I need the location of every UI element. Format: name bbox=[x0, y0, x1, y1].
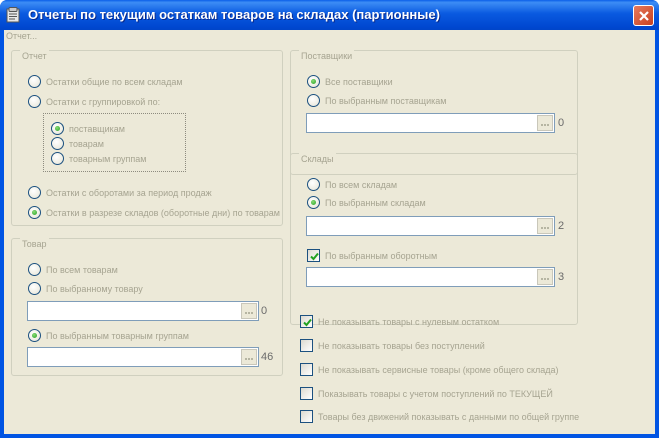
radio-report-by-warehouse[interactable]: Остатки в разрезе складов (оборотные дни… bbox=[28, 206, 280, 219]
radio-indicator bbox=[28, 95, 41, 108]
warehouse-group-title: Склады bbox=[299, 153, 336, 165]
radio-label: Остатки общие по всем складам bbox=[46, 76, 183, 87]
checkbox-label: Не показывать товары без поступлений bbox=[318, 340, 485, 351]
radio-label: Все поставщики bbox=[325, 76, 393, 87]
radio-supplier-selected[interactable]: По выбранным поставщикам bbox=[307, 94, 446, 107]
radio-indicator bbox=[28, 206, 41, 219]
checkbox-label: Показывать товары с учетом поступлений п… bbox=[318, 388, 553, 399]
check-hide-zero-stock[interactable]: Не показывать товары с нулевым остатком bbox=[300, 315, 499, 328]
goods-selected-count: 0 bbox=[261, 305, 268, 317]
goods-group: Товар По всем товарам По выбранному това… bbox=[11, 238, 283, 376]
checkbox-indicator bbox=[300, 315, 313, 328]
radio-indicator bbox=[307, 94, 320, 107]
checkmark-icon bbox=[310, 252, 319, 261]
ellipsis-icon bbox=[541, 278, 549, 280]
ellipsis-button[interactable] bbox=[241, 349, 257, 365]
checkbox-indicator bbox=[300, 387, 313, 400]
radio-indicator bbox=[307, 178, 320, 191]
turnover-warehouse-count: 3 bbox=[558, 271, 565, 283]
radio-label: По выбранным товарным группам bbox=[46, 330, 189, 341]
radio-goods-selected[interactable]: По выбранному товару bbox=[28, 282, 143, 295]
radio-supplier-all[interactable]: Все поставщики bbox=[307, 75, 393, 88]
checkbox-label: Не показывать сервисные товары (кроме об… bbox=[318, 364, 559, 375]
check-hide-no-receipts[interactable]: Не показывать товары без поступлений bbox=[300, 339, 485, 352]
checkbox-label: Товары без движений показывать с данными… bbox=[318, 411, 580, 422]
radio-group-goods[interactable]: товарам bbox=[51, 137, 104, 150]
radio-indicator bbox=[28, 263, 41, 276]
supplier-group-title: Поставщики bbox=[299, 50, 355, 62]
radio-label: По выбранным складам bbox=[325, 197, 426, 208]
check-turnover-warehouses[interactable]: По выбранным оборотным bbox=[307, 249, 437, 262]
radio-label: товарам bbox=[69, 138, 104, 149]
radio-indicator bbox=[307, 75, 320, 88]
radio-report-turnover[interactable]: Остатки с оборотами за период продаж bbox=[28, 186, 212, 199]
checkbox-indicator bbox=[307, 249, 320, 262]
radio-indicator bbox=[28, 282, 41, 295]
goods-select-field[interactable] bbox=[27, 301, 259, 321]
radio-label: По всем складам bbox=[325, 179, 398, 190]
ellipsis-icon bbox=[541, 227, 549, 229]
goods-group-title: Товар bbox=[20, 238, 49, 250]
check-hide-service-goods[interactable]: Не показывать сервисные товары (кроме об… bbox=[300, 363, 559, 376]
close-icon bbox=[639, 11, 649, 21]
ellipsis-button[interactable] bbox=[241, 303, 257, 319]
report-group: Отчет Остатки общие по всем складам Оста… bbox=[11, 50, 283, 226]
turnover-warehouse-select-field[interactable] bbox=[306, 267, 555, 287]
ellipsis-icon bbox=[245, 358, 253, 360]
radio-indicator bbox=[307, 196, 320, 209]
checkbox-indicator bbox=[300, 410, 313, 423]
radio-label: Остатки с группировкой по: bbox=[46, 96, 161, 107]
ellipsis-icon bbox=[245, 312, 253, 314]
radio-label: По всем товарам bbox=[46, 264, 118, 275]
checkbox-indicator bbox=[300, 339, 313, 352]
menu-item-report[interactable]: Отчет... bbox=[4, 30, 37, 44]
checkbox-label: Не показывать товары с нулевым остатком bbox=[318, 316, 500, 327]
window-title: Отчеты по текущим остаткам товаров на ск… bbox=[28, 7, 440, 22]
radio-indicator bbox=[51, 122, 64, 135]
ellipsis-button[interactable] bbox=[537, 269, 553, 285]
close-button[interactable] bbox=[633, 5, 654, 26]
ellipsis-icon bbox=[541, 124, 549, 126]
title-bar[interactable]: Отчеты по текущим остаткам товаров на ск… bbox=[0, 0, 659, 30]
ellipsis-button[interactable] bbox=[537, 115, 553, 131]
report-group-title: Отчет bbox=[20, 50, 49, 62]
checkbox-indicator bbox=[300, 363, 313, 376]
warehouse-select-field[interactable] bbox=[306, 216, 555, 236]
radio-group-goods-groups[interactable]: товарным группам bbox=[51, 152, 146, 165]
client-area: Отчет... Отчет Остатки общие по всем скл… bbox=[4, 30, 655, 434]
radio-indicator bbox=[51, 152, 64, 165]
goods-groups-count: 46 bbox=[261, 351, 274, 363]
radio-label: По выбранным поставщикам bbox=[325, 95, 447, 106]
radio-label: По выбранному товару bbox=[46, 283, 143, 294]
goods-groups-select-field[interactable] bbox=[27, 347, 259, 367]
radio-group-suppliers[interactable]: поставщикам bbox=[51, 122, 125, 135]
grouping-subgroup: поставщикам товарам товарным группам bbox=[43, 113, 186, 172]
check-no-movement-goods[interactable]: Товары без движений показывать с данными… bbox=[300, 410, 579, 423]
warehouse-selected-count: 2 bbox=[558, 220, 565, 232]
radio-indicator bbox=[51, 137, 64, 150]
app-icon bbox=[6, 7, 22, 23]
ellipsis-button[interactable] bbox=[537, 218, 553, 234]
checkmark-icon bbox=[303, 318, 312, 327]
radio-warehouse-selected[interactable]: По выбранным складам bbox=[307, 196, 426, 209]
radio-goods-all[interactable]: По всем товарам bbox=[28, 263, 118, 276]
radio-indicator bbox=[28, 329, 41, 342]
radio-indicator bbox=[28, 75, 41, 88]
supplier-selected-count: 0 bbox=[558, 117, 565, 129]
warehouse-group: Склады По всем складам По выбранным скла… bbox=[290, 153, 578, 325]
radio-warehouse-all[interactable]: По всем складам bbox=[307, 178, 397, 191]
checkbox-label: По выбранным оборотным bbox=[325, 250, 438, 261]
radio-indicator bbox=[28, 186, 41, 199]
radio-label: товарным группам bbox=[69, 153, 147, 164]
radio-report-grouped[interactable]: Остатки с группировкой по: bbox=[28, 95, 160, 108]
radio-report-total[interactable]: Остатки общие по всем складам bbox=[28, 75, 183, 88]
supplier-select-field[interactable] bbox=[306, 113, 555, 133]
radio-label: поставщикам bbox=[69, 123, 125, 134]
report-window: Отчеты по текущим остаткам товаров на ск… bbox=[0, 0, 659, 438]
radio-label: Остатки в разрезе складов (оборотные дни… bbox=[46, 207, 280, 218]
radio-goods-groups[interactable]: По выбранным товарным группам bbox=[28, 329, 189, 342]
radio-label: Остатки с оборотами за период продаж bbox=[46, 187, 212, 198]
check-current-receipts[interactable]: Показывать товары с учетом поступлений п… bbox=[300, 387, 553, 400]
